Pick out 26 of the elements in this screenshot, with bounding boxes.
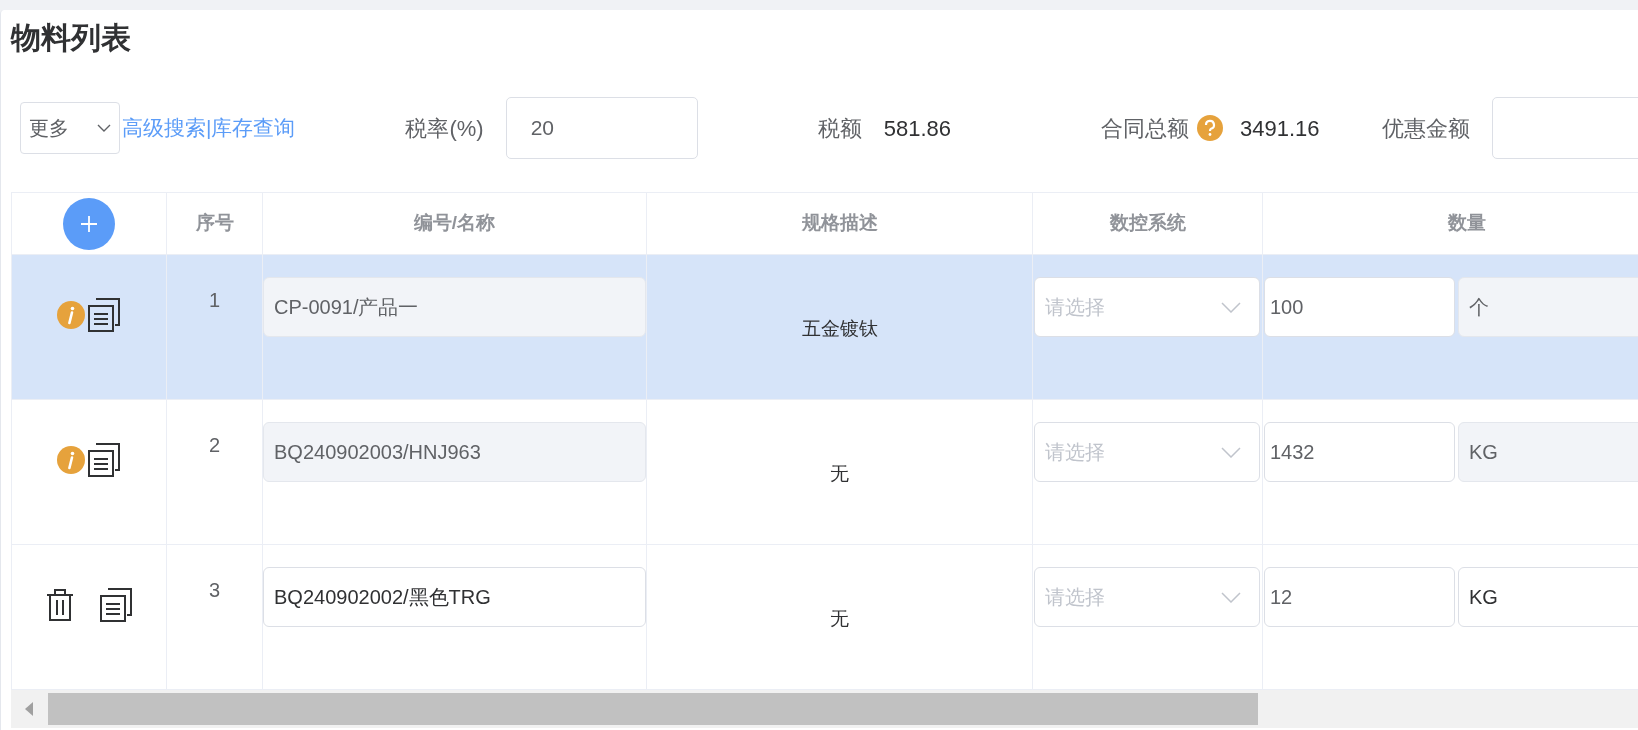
column-header: 序号: [195, 212, 234, 234]
spec-text: 无: [830, 607, 849, 629]
quantity-input[interactable]: 100: [1264, 277, 1455, 337]
field-label: 合同总额: [1101, 114, 1189, 143]
unit-field[interactable]: KG: [1458, 567, 1638, 627]
column-header: 数控系统: [1109, 212, 1186, 234]
code-name-field[interactable]: BQ240902002/黑色TRG: [263, 567, 646, 627]
tax-amount-value: 581.86: [883, 114, 951, 143]
more-dropdown[interactable]: 更多: [20, 102, 120, 154]
row-number: 1: [207, 288, 222, 313]
link-separator: |: [206, 115, 212, 142]
spec-text: 无: [830, 462, 849, 484]
column-header: 数量: [1448, 212, 1486, 234]
column-header: 规格描述: [801, 212, 878, 234]
section-title: 物料列表: [9, 20, 132, 56]
row-number: 2: [207, 433, 222, 458]
quantity-input[interactable]: 1432: [1264, 422, 1455, 482]
quantity-input[interactable]: 12: [1264, 567, 1455, 627]
column-header: 编号/名称: [413, 212, 496, 234]
tax-rate-input[interactable]: 20: [505, 97, 698, 159]
field-label: 税额: [817, 114, 862, 143]
field-label: 税率(%): [405, 114, 484, 143]
contract-total-value: 3491.16: [1240, 114, 1320, 143]
spec-text: 五金镀钛: [801, 317, 878, 339]
row-number: 3: [207, 578, 222, 603]
field-label: 优惠金额: [1381, 114, 1470, 143]
